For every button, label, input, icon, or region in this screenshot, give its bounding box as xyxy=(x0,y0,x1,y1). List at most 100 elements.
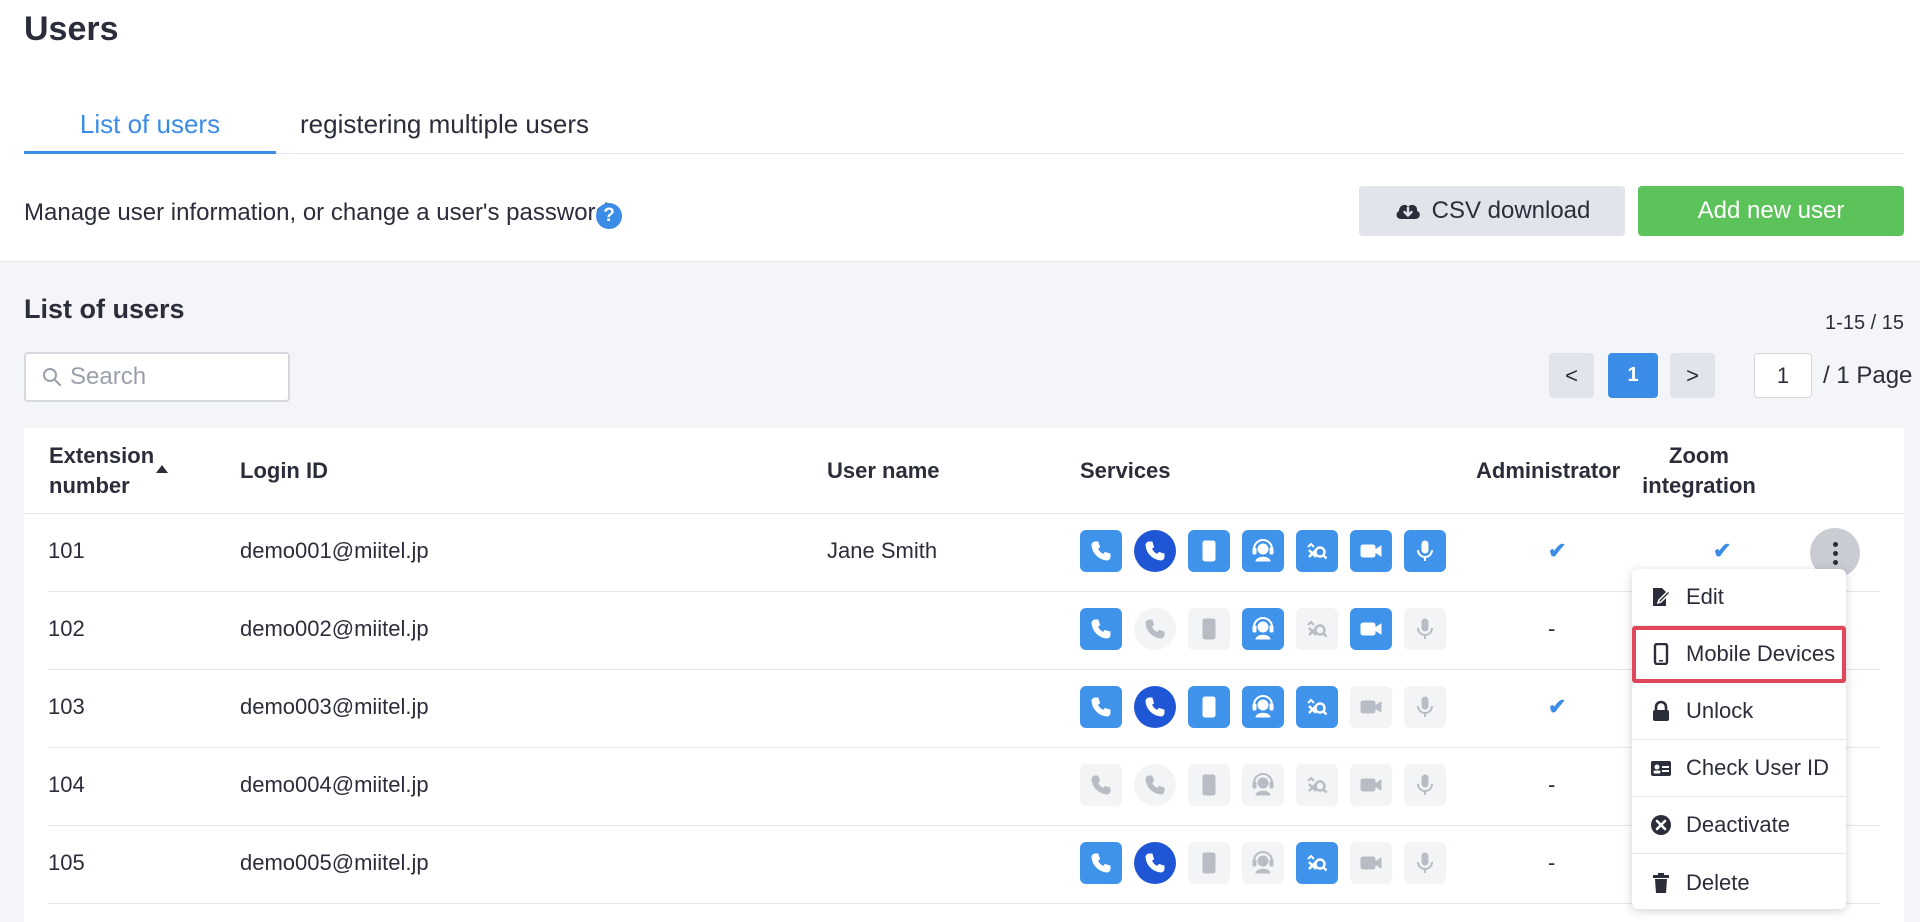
menu-item-label: Check User ID xyxy=(1686,755,1830,780)
search-box[interactable] xyxy=(24,352,290,402)
agent-icon xyxy=(1242,686,1284,728)
extension-number-cell: 105 xyxy=(48,850,85,875)
call-search-icon xyxy=(1296,686,1338,728)
lock-icon xyxy=(1653,700,1669,721)
tab-list-of-users[interactable]: List of users xyxy=(24,106,276,154)
column-administrator: Administrator xyxy=(1476,458,1621,483)
extension-number-cell: 102 xyxy=(48,616,85,641)
login-id-cell: demo002@miitel.jp xyxy=(240,616,429,641)
csv-download-label: CSV download xyxy=(1431,197,1591,224)
column-user-name: User name xyxy=(827,458,940,483)
edit-icon xyxy=(1653,588,1672,606)
page-title: Users xyxy=(24,10,119,48)
sort-ascending-icon[interactable] xyxy=(156,465,168,473)
table-row[interactable]: 103 demo003@miitel.jp ✔ xyxy=(48,670,1880,748)
mobile-icon xyxy=(1188,764,1230,806)
mic-icon xyxy=(1404,686,1446,728)
prev-page-button[interactable]: < xyxy=(1549,353,1594,398)
phone-icon xyxy=(1080,530,1122,572)
video-icon xyxy=(1350,608,1392,650)
table-row[interactable]: 101 demo001@miitel.jp Jane Smith ✔ ✔ xyxy=(48,514,1880,592)
mic-icon xyxy=(1404,842,1446,884)
page-description: Manage user information, or change a use… xyxy=(24,199,616,226)
login-id-cell: demo001@miitel.jp xyxy=(240,538,429,563)
mic-icon xyxy=(1404,530,1446,572)
mobile-device-icon xyxy=(1653,643,1669,665)
column-zoom-integration: Zoom integration xyxy=(1642,443,1756,498)
page-number-input[interactable]: 1 xyxy=(1754,353,1812,398)
page-header-section: Users List of users registering multiple… xyxy=(0,0,1920,262)
administrator-cell: ✔ xyxy=(1548,694,1567,719)
administrator-cell: ✔ xyxy=(1548,538,1567,563)
extension-number-cell: 103 xyxy=(48,694,85,719)
mic-icon xyxy=(1404,608,1446,650)
video-icon xyxy=(1350,686,1392,728)
table-row[interactable]: 104 demo004@miitel.jp - xyxy=(48,748,1880,826)
video-icon xyxy=(1350,764,1392,806)
video-icon xyxy=(1350,530,1392,572)
menu-item-delete[interactable]: Delete xyxy=(1632,854,1846,911)
menu-item-unlock[interactable]: Unlock xyxy=(1632,683,1846,740)
call-icon xyxy=(1134,764,1176,806)
administrator-cell: - xyxy=(1548,616,1556,641)
call-search-icon xyxy=(1296,764,1338,806)
call-search-icon xyxy=(1296,530,1338,572)
column-services: Services xyxy=(1080,458,1171,483)
phone-icon xyxy=(1080,764,1122,806)
add-new-user-button[interactable]: Add new user xyxy=(1638,186,1904,236)
menu-item-label: Unlock xyxy=(1686,698,1754,723)
menu-item-deactivate[interactable]: Deactivate xyxy=(1632,797,1846,854)
mobile-icon xyxy=(1188,842,1230,884)
mobile-icon xyxy=(1188,686,1230,728)
menu-item-label: Delete xyxy=(1686,869,1750,895)
trash-icon xyxy=(1653,872,1669,893)
search-icon xyxy=(43,368,61,386)
menu-item-mobile-devices[interactable]: Mobile Devices xyxy=(1632,626,1846,683)
administrator-cell: - xyxy=(1548,772,1556,797)
tab-bar: List of users registering multiple users xyxy=(24,100,1904,154)
search-input[interactable] xyxy=(70,360,280,394)
column-login-id: Login ID xyxy=(240,458,328,483)
agent-icon xyxy=(1242,764,1284,806)
user-name-cell: Jane Smith xyxy=(827,538,938,563)
menu-item-label: Deactivate xyxy=(1686,812,1790,837)
call-search-icon xyxy=(1296,608,1338,650)
menu-item-label: Mobile Devices xyxy=(1686,641,1836,666)
cloud-download-icon xyxy=(1396,204,1420,219)
administrator-cell: - xyxy=(1548,850,1556,875)
menu-item-check-user-id[interactable]: Check User ID xyxy=(1632,740,1846,797)
login-id-cell: demo004@miitel.jp xyxy=(240,772,429,797)
menu-item-label: Edit xyxy=(1686,584,1724,609)
call-icon xyxy=(1134,842,1176,884)
menu-item-edit[interactable]: Edit xyxy=(1632,569,1846,626)
table-row[interactable]: 105 demo005@miitel.jp - xyxy=(48,826,1880,904)
agent-icon xyxy=(1242,608,1284,650)
mic-icon xyxy=(1404,764,1446,806)
call-search-icon xyxy=(1296,842,1338,884)
tab-registering-multiple-users[interactable]: registering multiple users xyxy=(300,106,600,154)
list-section-title: List of users xyxy=(24,294,185,324)
login-id-cell: demo005@miitel.jp xyxy=(240,850,429,875)
mobile-icon xyxy=(1188,608,1230,650)
extension-number-cell: 101 xyxy=(48,538,85,563)
phone-icon xyxy=(1080,686,1122,728)
call-icon xyxy=(1134,608,1176,650)
agent-icon xyxy=(1242,530,1284,572)
column-extension-number[interactable]: Extension number xyxy=(49,441,159,501)
call-icon xyxy=(1134,530,1176,572)
page-1-button[interactable]: 1 xyxy=(1608,353,1658,398)
login-id-cell: demo003@miitel.jp xyxy=(240,694,429,719)
page-total: / 1 Page xyxy=(1823,362,1913,389)
table-row[interactable]: 102 demo002@miitel.jp - xyxy=(48,592,1880,670)
users-table: Extension number Login ID User name Servi… xyxy=(24,428,1904,922)
extension-number-cell: 104 xyxy=(48,772,85,797)
mobile-icon xyxy=(1188,530,1230,572)
question-circle-icon[interactable]: ? xyxy=(596,203,622,229)
phone-icon xyxy=(1080,608,1122,650)
phone-icon xyxy=(1080,842,1122,884)
csv-download-button[interactable]: CSV download xyxy=(1359,186,1625,236)
next-page-button[interactable]: > xyxy=(1670,353,1715,398)
result-count: 1-15 / 15 xyxy=(1825,312,1904,334)
agent-icon xyxy=(1242,842,1284,884)
table-header: Extension number Login ID User name Servi… xyxy=(24,428,1904,514)
